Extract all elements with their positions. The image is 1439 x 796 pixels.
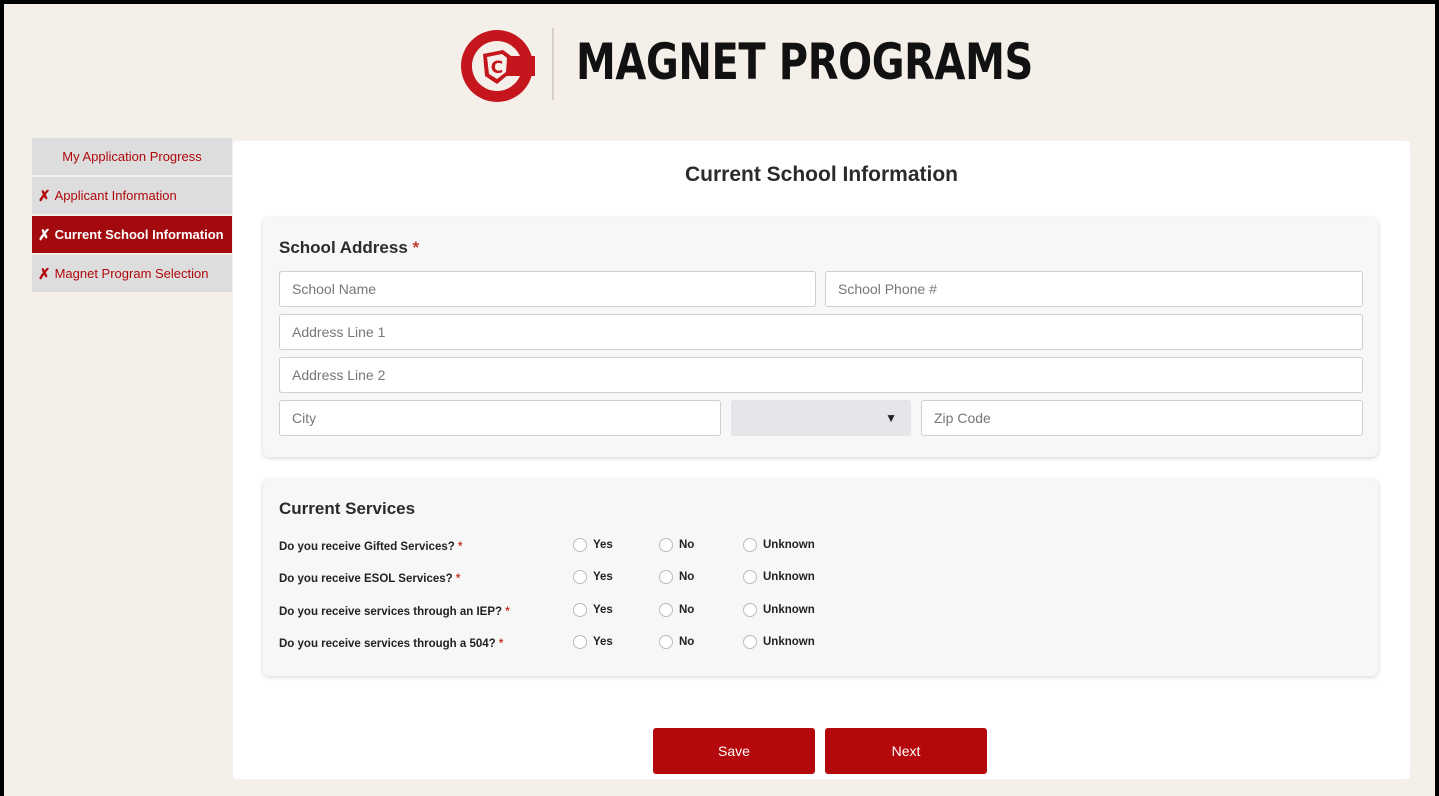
gifted-no-radio[interactable]: No [659, 538, 694, 552]
sidebar: My Application Progress ✗ Applicant Info… [32, 138, 232, 294]
esol-no-radio[interactable]: No [659, 570, 694, 584]
option-label: Unknown [763, 636, 815, 648]
option-label: No [679, 604, 695, 616]
required-mark: * [412, 238, 420, 257]
radio-circle[interactable] [659, 635, 673, 649]
radio-circle[interactable] [659, 538, 673, 552]
page-title: Current School Information [685, 163, 958, 186]
question-label: Do you receive services through an IEP? … [279, 606, 510, 618]
sidebar-item-magnet-program-selection[interactable]: ✗ Magnet Program Selection [32, 255, 232, 292]
placeholder: City [292, 410, 317, 426]
logo-divider [552, 28, 554, 100]
question-label: Do you receive services through a 504? * [279, 638, 504, 650]
c-shield-logo-icon: C [461, 30, 535, 102]
question-504: Do you receive services through a 504? *… [279, 635, 879, 655]
option-label: Unknown [763, 571, 815, 583]
radio-circle[interactable] [743, 635, 757, 649]
iep-no-radio[interactable]: No [659, 603, 694, 617]
radio-circle[interactable] [743, 538, 757, 552]
chevron-down-icon: ▼ [885, 411, 897, 425]
option-label: No [679, 636, 695, 648]
main-panel: Current School Information School Addres… [233, 141, 1410, 779]
x-mark-icon: ✗ [38, 265, 51, 283]
x-mark-icon: ✗ [38, 226, 51, 244]
address-line-1-input[interactable]: Address Line 1 [279, 314, 1363, 350]
radio-circle[interactable] [743, 603, 757, 617]
address-line-2-input[interactable]: Address Line 2 [279, 357, 1363, 393]
iep-yes-radio[interactable]: Yes [573, 603, 613, 617]
radio-circle[interactable] [573, 570, 587, 584]
504-unknown-radio[interactable]: Unknown [743, 635, 815, 649]
iep-unknown-radio[interactable]: Unknown [743, 603, 815, 617]
current-services-heading: Current Services [279, 499, 416, 518]
header: C MAGNET PROGRAMS [4, 4, 1435, 134]
school-address-card: School Address * School Name School Phon… [263, 218, 1378, 457]
svg-text:C: C [491, 58, 503, 78]
option-label: Unknown [763, 539, 815, 551]
section-title: School Address [279, 238, 408, 257]
save-button[interactable]: Save [653, 728, 815, 774]
school-name-input[interactable]: School Name [279, 271, 816, 307]
sidebar-item-label: Applicant Information [54, 188, 177, 203]
esol-unknown-radio[interactable]: Unknown [743, 570, 815, 584]
gifted-unknown-radio[interactable]: Unknown [743, 538, 815, 552]
question-iep: Do you receive services through an IEP? … [279, 603, 879, 623]
question-label: Do you receive Gifted Services? * [279, 541, 463, 553]
school-phone-input[interactable]: School Phone # [825, 271, 1363, 307]
app-title: MAGNET PROGRAMS [576, 33, 1033, 91]
radio-circle[interactable] [573, 635, 587, 649]
placeholder: School Phone # [838, 281, 937, 297]
zip-code-input[interactable]: Zip Code [921, 400, 1363, 436]
placeholder: Address Line 1 [292, 324, 386, 340]
radio-circle[interactable] [743, 570, 757, 584]
city-input[interactable]: City [279, 400, 721, 436]
radio-circle[interactable] [573, 603, 587, 617]
504-no-radio[interactable]: No [659, 635, 694, 649]
state-select[interactable]: ▼ [731, 400, 911, 436]
radio-circle[interactable] [659, 570, 673, 584]
esol-yes-radio[interactable]: Yes [573, 570, 613, 584]
radio-circle[interactable] [573, 538, 587, 552]
gifted-yes-radio[interactable]: Yes [573, 538, 613, 552]
placeholder: School Name [292, 281, 377, 297]
school-address-heading: School Address * [279, 238, 419, 258]
current-services-card: Current Services Do you receive Gifted S… [263, 479, 1378, 676]
sidebar-item-current-school-information[interactable]: ✗ Current School Information [32, 216, 232, 253]
option-label: Yes [593, 604, 613, 616]
sidebar-item-application-progress[interactable]: My Application Progress [32, 138, 232, 175]
option-label: Unknown [763, 604, 815, 616]
x-mark-icon: ✗ [38, 187, 51, 205]
option-label: Yes [593, 571, 613, 583]
option-label: No [679, 571, 695, 583]
option-label: Yes [593, 636, 613, 648]
radio-circle[interactable] [659, 603, 673, 617]
question-label: Do you receive ESOL Services? * [279, 573, 461, 585]
question-esol: Do you receive ESOL Services? * Yes No U… [279, 570, 879, 590]
option-label: Yes [593, 539, 613, 551]
sidebar-item-label: Magnet Program Selection [54, 266, 209, 281]
question-gifted: Do you receive Gifted Services? * Yes No… [279, 538, 879, 558]
placeholder: Address Line 2 [292, 367, 386, 383]
sidebar-item-label: My Application Progress [62, 149, 202, 164]
504-yes-radio[interactable]: Yes [573, 635, 613, 649]
placeholder: Zip Code [934, 410, 991, 426]
option-label: No [679, 539, 695, 551]
sidebar-item-applicant-information[interactable]: ✗ Applicant Information [32, 177, 232, 214]
sidebar-item-label: Current School Information [54, 227, 224, 242]
next-button[interactable]: Next [825, 728, 987, 774]
